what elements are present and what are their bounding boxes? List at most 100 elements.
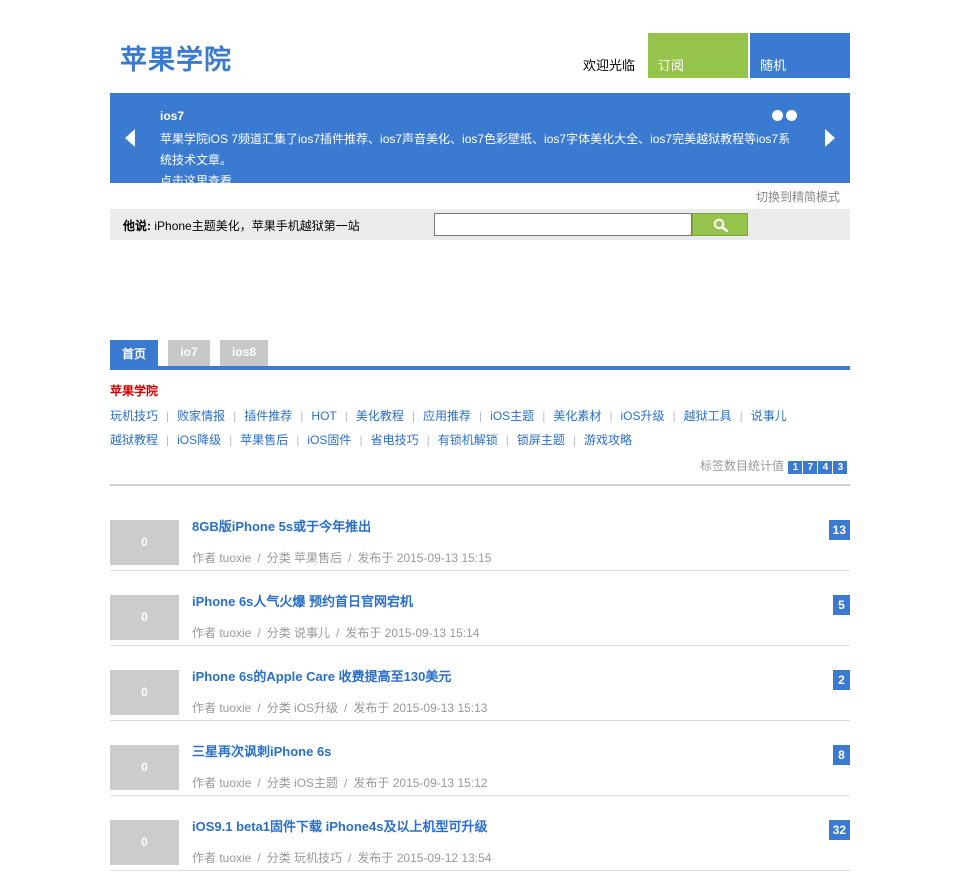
meta-separator: / [257, 776, 261, 790]
slogan-label: 他说: [123, 219, 151, 233]
category-tag-link[interactable]: 玩机技巧 [110, 409, 158, 423]
post-item: 0 三星再次讽刺iPhone 6s 作者 tuoxie / 分类 iOS主题 / 发布于 2… [110, 721, 850, 796]
banner-desc-text: 苹果学院iOS 7频道汇集了ios7插件推荐、ios7声音美化、ios7色彩壁纸… [160, 132, 791, 167]
banner-slider: ios7 苹果学院iOS 7频道汇集了ios7插件推荐、ios7声音美化、ios… [110, 93, 850, 183]
category-tag-link[interactable]: 应用推荐 [423, 409, 471, 423]
category-tag-link[interactable]: 越狱教程 [110, 433, 158, 447]
comment-count-badge[interactable]: 2 [833, 670, 850, 690]
category-tag-link[interactable]: iOS主题 [490, 409, 534, 423]
post-author[interactable]: 作者 tuoxie [192, 776, 251, 790]
post-title-link[interactable]: iPhone 6s的Apple Care 收费提高至130美元 [192, 666, 451, 685]
tag-separator: | [166, 433, 170, 447]
category-tag-link[interactable]: 游戏攻略 [584, 433, 632, 447]
category-tag-link[interactable]: 苹果售后 [240, 433, 288, 447]
post-thumbnail[interactable]: 0 [110, 820, 179, 865]
tag-stats-label: 标签数目统计值 [700, 459, 785, 473]
tab-home[interactable]: 首页 [110, 340, 158, 366]
meta-separator: / [348, 551, 352, 565]
post-meta: 作者 tuoxie / 分类 玩机技巧 / 发布于 2015-09-12 13:54 [192, 849, 491, 866]
category-tag-link[interactable]: HOT [311, 409, 336, 423]
post-title-link[interactable]: 三星再次讽刺iPhone 6s [192, 741, 331, 760]
post-category[interactable]: 分类 玩机技巧 [267, 851, 342, 865]
post-author[interactable]: 作者 tuoxie [192, 626, 251, 640]
tag-separator: | [672, 409, 676, 423]
post-date: 发布于 2015-09-13 15:14 [345, 626, 480, 640]
tag-stats-digit: 1 [788, 461, 803, 474]
post-title-link[interactable]: iOS9.1 beta1固件下载 iPhone4s及以上机型可升级 [192, 816, 487, 835]
post-thumbnail[interactable]: 0 [110, 745, 179, 790]
tab-ios8[interactable]: ios8 [220, 340, 268, 366]
slide-dot-2[interactable] [786, 110, 797, 121]
banner-title[interactable]: ios7 [160, 109, 184, 123]
next-arrow-icon[interactable] [825, 129, 835, 147]
post-category[interactable]: 分类 说事儿 [267, 626, 330, 640]
tag-separator: | [359, 433, 363, 447]
post-date: 发布于 2015-09-12 13:54 [357, 851, 492, 865]
slide-indicators [772, 110, 800, 124]
post-date: 发布于 2015-09-13 15:15 [357, 551, 492, 565]
slogan-text: iPhone主题美化，苹果手机越狱第一站 [154, 219, 360, 233]
post-date: 发布于 2015-09-13 15:12 [353, 776, 488, 790]
subscribe-button[interactable]: 订阅 [648, 33, 748, 78]
category-tag-link[interactable]: 越狱工具 [684, 409, 732, 423]
post-meta: 作者 tuoxie / 分类 说事儿 / 发布于 2015-09-13 15:14 [192, 624, 479, 641]
search-button[interactable] [692, 213, 748, 236]
category-tag-link[interactable]: 美化教程 [356, 409, 404, 423]
tag-separator: | [233, 409, 237, 423]
category-tag-link[interactable]: 插件推荐 [244, 409, 292, 423]
slide-dot-1[interactable] [772, 110, 783, 121]
tag-separator: | [739, 409, 743, 423]
category-tag-link[interactable]: 败家情报 [177, 409, 225, 423]
banner-more-link[interactable]: 点击这里查看 [160, 174, 232, 183]
site-logo[interactable]: 苹果学院 [120, 38, 232, 77]
post-author[interactable]: 作者 tuoxie [192, 551, 251, 565]
meta-separator: / [257, 551, 261, 565]
slogan: 他说: iPhone主题美化，苹果手机越狱第一站 [123, 217, 360, 234]
tag-separator: | [344, 409, 348, 423]
tag-list-row-2: 越狱教程 | iOS降级 | 苹果售后 | iOS固件 | 省电技巧 | 有锁机解锁 | 锁屏主题 | 游戏… [110, 431, 632, 448]
post-author[interactable]: 作者 tuoxie [192, 701, 251, 715]
tag-separator: | [296, 433, 300, 447]
category-tag-link[interactable]: 有锁机解锁 [438, 433, 498, 447]
category-tag-link[interactable]: iOS升级 [620, 409, 664, 423]
post-author[interactable]: 作者 tuoxie [192, 851, 251, 865]
tab-io7[interactable]: io7 [168, 340, 210, 366]
random-button[interactable]: 随机 [750, 33, 850, 78]
divider [110, 484, 850, 486]
tag-separator: | [426, 433, 430, 447]
post-title-link[interactable]: iPhone 6s人气火爆 预约首日官网宕机 [192, 591, 413, 610]
post-item: 0 iPhone 6s的Apple Care 收费提高至130美元作者 tuoxi… [110, 646, 850, 721]
post-thumbnail[interactable]: 0 [110, 595, 179, 640]
category-tag-link[interactable]: 美化素材 [553, 409, 601, 423]
comment-count-badge[interactable]: 13 [828, 520, 850, 540]
category-tag-link[interactable]: iOS降级 [177, 433, 221, 447]
meta-separator: / [336, 626, 340, 640]
post-thumbnail[interactable]: 0 [110, 670, 179, 715]
tag-stats-digit: 7 [803, 461, 818, 474]
tag-separator: | [166, 409, 170, 423]
tag-separator: | [505, 433, 509, 447]
search-bar: 他说: iPhone主题美化，苹果手机越狱第一站 [110, 209, 850, 240]
category-tag-link[interactable]: 说事儿 [751, 409, 787, 423]
meta-separator: / [257, 851, 261, 865]
category-tag-link[interactable]: 锁屏主题 [517, 433, 565, 447]
search-input[interactable] [434, 213, 692, 236]
tag-stats: 标签数目统计值 1743 [700, 457, 848, 474]
post-title-link[interactable]: 8GB版iPhone 5s或于今年推出 [192, 516, 371, 535]
post-meta: 作者 tuoxie / 分类 iOS主题 / 发布于 2015-09-13 15:12 [192, 774, 487, 791]
comment-count-badge[interactable]: 5 [833, 595, 850, 615]
category-tag-link[interactable]: iOS固件 [307, 433, 351, 447]
post-category[interactable]: 分类 iOS主题 [267, 776, 338, 790]
post-item: 0 8GB版iPhone 5s或于今年推出作者 tuoxie / 分类 苹果售后 / 发布… [110, 496, 850, 571]
post-category[interactable]: 分类 苹果售后 [267, 551, 342, 565]
tag-separator: | [411, 409, 416, 423]
post-item: 0 iOS9.1 beta1固件下载 iPhone4s及以上机型可升级作者 tuo… [110, 796, 850, 871]
comment-count-badge[interactable]: 8 [833, 745, 850, 765]
post-thumbnail[interactable]: 0 [110, 520, 179, 565]
post-category[interactable]: 分类 iOS升级 [267, 701, 338, 715]
category-title[interactable]: 苹果学院 [110, 382, 158, 399]
tag-separator: | [609, 409, 613, 423]
category-tag-link[interactable]: 省电技巧 [371, 433, 419, 447]
prev-arrow-icon[interactable] [125, 129, 135, 147]
comment-count-badge[interactable]: 32 [828, 820, 850, 840]
